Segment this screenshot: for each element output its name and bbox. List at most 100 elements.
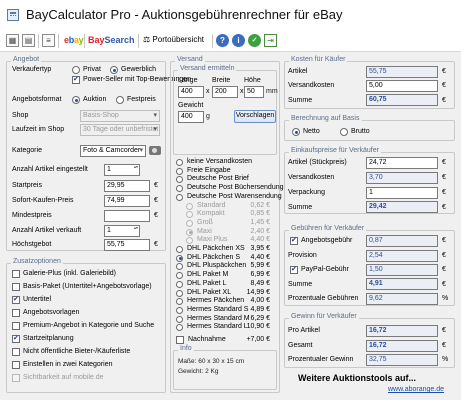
euro-symbol: € (442, 266, 446, 273)
sofortkaufen-input[interactable]: 74,99 (104, 195, 150, 207)
help-icon[interactable]: ? (216, 34, 229, 47)
euro-symbol: € (154, 182, 158, 189)
x-separator: x (206, 88, 210, 95)
nachnahme-checkbox[interactable] (176, 336, 184, 344)
euro-symbol: € (442, 342, 446, 349)
breite-input[interactable]: 200 (212, 86, 238, 98)
versand-option-radio[interactable] (176, 167, 183, 175)
powerseller-checkbox[interactable] (72, 75, 80, 84)
calculator-icon[interactable]: ▦ (6, 34, 19, 47)
info-icon[interactable]: i (232, 34, 245, 47)
paypal-label: PayPal-Gebühr (301, 266, 349, 273)
gewicht-input[interactable]: 400 (178, 111, 204, 123)
anzahl-eingestellt-spinner[interactable]: 1 (104, 164, 140, 176)
versand-option-radio[interactable] (176, 246, 183, 253)
gewicht-label: Gewicht (178, 102, 204, 109)
zusatzoption-label: Basis-Paket (Untertitel+Angebotsvorlage) (23, 283, 152, 290)
percent-symbol: % (442, 295, 449, 302)
versand-option-label: DHL Päckchen S (187, 253, 241, 261)
gewerblich-label: Gewerblich (121, 66, 157, 73)
versand-option-label: keine Versandkosten (187, 158, 252, 165)
zusatzoption-checkbox[interactable] (12, 348, 20, 356)
prozentualer-gewinn-value: 32,75 (366, 354, 438, 366)
document-icon[interactable]: ≡ (42, 34, 55, 47)
zusatzoption-label: Angebotsvorlagen (23, 309, 80, 316)
berechnung-legend: Berechnung auf Basis (289, 115, 362, 122)
shop-select[interactable]: Basis-Shop (80, 110, 160, 122)
brutto-radio[interactable] (340, 128, 348, 136)
zusatzoption-label: Nicht öffentliche Bieter-/Käuferliste (23, 348, 131, 355)
update-icon[interactable]: ✓ (248, 34, 261, 47)
mindestpreis-label: Mindestpreis (12, 212, 52, 219)
exit-icon[interactable]: ⇥ (264, 34, 277, 47)
ebay-link-button[interactable]: ebay (64, 35, 84, 45)
pro-artikel-value: 16,72 (366, 325, 438, 337)
einkauf-summe-value: 29,42 (366, 201, 438, 213)
toolbar-separator (58, 34, 59, 48)
laenge-input[interactable]: 400 (178, 86, 204, 98)
artikel-stueckpreis-label: Artikel (Stückpreis) (288, 159, 347, 166)
settings-calculator-icon[interactable]: ▤ (22, 34, 35, 47)
verpackung-input[interactable]: 1 (366, 187, 438, 199)
versand-option-radio[interactable] (176, 289, 183, 297)
baysearch-button[interactable]: BaySearch (88, 35, 135, 45)
versand-option-label: Hermes Päckchen (187, 297, 245, 305)
versand-option-label: DHL Paket M (187, 271, 229, 279)
versand-option-label: Standard (197, 201, 226, 209)
versand-option-radio[interactable] (176, 315, 183, 323)
euro-symbol: € (154, 241, 158, 248)
zusatzoption-checkbox[interactable] (12, 334, 20, 343)
zusatzoption-checkbox[interactable] (12, 295, 20, 304)
gewinn-legend: Gewinn für Verkäufer (289, 313, 359, 320)
auktion-label: Auktion (83, 96, 107, 103)
toolbar: ▦ ▤ ≡ ebay BaySearch ⚖ Portoübersicht ? … (0, 30, 461, 52)
portouebersicht-button[interactable]: ⚖ Portoübersicht (143, 35, 204, 44)
versand-option-price: 2,40 € (250, 227, 270, 235)
versand-option-price: 3,95 € (250, 245, 270, 252)
mindestpreis-input[interactable] (104, 210, 150, 222)
versand-option-radio[interactable] (176, 280, 183, 288)
privat-radio[interactable] (72, 66, 80, 74)
mm-unit: mm (266, 88, 278, 95)
prozentuale-gebuehren-label: Prozentuale Gebühren (288, 295, 359, 302)
zusatzoption-checkbox[interactable] (12, 361, 20, 369)
versand-option-price: 8,49 € (250, 279, 270, 287)
versand-option-label: DHL Paket XL (187, 288, 232, 296)
info-gewicht: Gewicht: 2 Kg (178, 368, 219, 375)
versand-option-radio[interactable] (176, 193, 183, 201)
kategorie-select[interactable]: Foto & Camcorder (80, 145, 146, 157)
versand-option-radio[interactable] (176, 159, 183, 166)
hoehe-input[interactable]: 50 (244, 86, 264, 98)
zusatzoption-checkbox[interactable] (12, 322, 20, 330)
euro-symbol: € (154, 197, 158, 204)
versand-option-radio[interactable] (176, 306, 183, 314)
einkauf-versandkosten-label: Versandkosten (288, 174, 335, 181)
netto-radio[interactable] (292, 128, 300, 136)
versandkosten-input[interactable]: 5,00 (366, 80, 438, 92)
angebotsgebuehr-checkbox[interactable] (290, 236, 298, 245)
anzahl-verkauft-spinner[interactable]: 1 (104, 225, 140, 237)
euro-symbol: € (442, 327, 446, 334)
festpreis-radio[interactable] (116, 96, 124, 104)
versand-option-radio[interactable] (176, 254, 183, 262)
gewerblich-radio[interactable] (110, 66, 118, 74)
laufzeit-select[interactable]: 30 Tage oder unbefristet (80, 124, 160, 136)
vorschlagen-button[interactable]: Vorschlagen (234, 110, 276, 123)
hoechstgebot-input[interactable]: 55,75 (104, 239, 150, 251)
nachnahme-label: Nachnahme (188, 336, 226, 343)
paypal-checkbox[interactable] (290, 265, 298, 274)
startpreis-input[interactable]: 29,95 (104, 180, 150, 192)
versand-option-label: Deutsche Post Warensendung (187, 192, 282, 200)
anzahl-verkauft-label: Anzahl Artikel verkauft (12, 227, 82, 234)
versand-option-price: 14,99 € (246, 288, 270, 296)
zusatzoption-checkbox[interactable] (12, 283, 20, 291)
auktion-radio[interactable] (72, 96, 80, 104)
aborange-link[interactable]: www.aborange.de (388, 386, 444, 393)
artikel-stueckpreis-input[interactable]: 24,72 (366, 157, 438, 169)
zusatzoption-checkbox[interactable] (12, 309, 20, 317)
startpreis-label: Startpreis (12, 182, 42, 189)
zusatzoption-label: Premium-Angebot in Kategorie und Suche (23, 322, 155, 329)
zusatzoption-checkbox[interactable] (12, 270, 20, 278)
versand-option-label: Deutsche Post Büchersendung (187, 184, 284, 192)
shop-label: Shop (12, 112, 29, 119)
